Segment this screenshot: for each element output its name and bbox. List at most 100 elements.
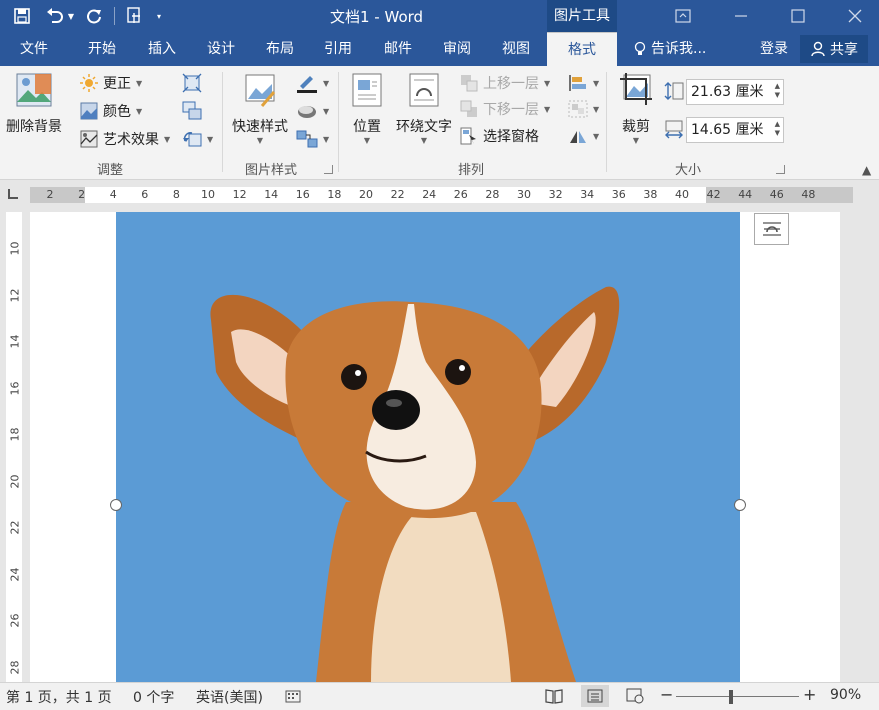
- corgi-picture[interactable]: [116, 212, 740, 682]
- rotate-button[interactable]: ▼: [568, 125, 599, 147]
- chevron-down-icon: ▼: [544, 78, 551, 88]
- selection-pane-button[interactable]: 选择窗格: [460, 125, 539, 147]
- ruler-left-margin: [30, 187, 85, 203]
- chevron-down-icon: ▼: [593, 78, 600, 88]
- crop-icon: [620, 73, 652, 105]
- collapse-ribbon-icon[interactable]: ▲: [862, 163, 871, 177]
- vertical-ruler[interactable]: 10 12 14 16 18 20 22 24 26 28: [6, 212, 22, 682]
- quick-styles-button[interactable]: 快速样式 ▼: [226, 72, 294, 145]
- maximize-icon[interactable]: [775, 0, 821, 32]
- compress-pictures-button[interactable]: [182, 72, 202, 94]
- redo-icon[interactable]: [80, 0, 108, 32]
- reset-picture-button[interactable]: ▼: [182, 128, 213, 150]
- ruler-mark: 20: [8, 474, 22, 488]
- bring-forward-label: 上移一层: [483, 76, 539, 92]
- tell-me-search[interactable]: 告诉我...: [634, 32, 706, 66]
- ribbon-display-options-icon[interactable]: [660, 0, 706, 32]
- selection-pane-icon: [460, 127, 476, 145]
- bring-forward-button[interactable]: 上移一层 ▼: [460, 72, 550, 94]
- undo-icon[interactable]: [44, 0, 66, 32]
- send-backward-label: 下移一层: [483, 102, 539, 118]
- ruler-mark: 18: [8, 427, 22, 442]
- sign-in-link[interactable]: 登录: [760, 32, 788, 66]
- ruler-mark: 18: [327, 188, 342, 201]
- position-label: 位置: [353, 119, 381, 135]
- undo-dropdown-icon[interactable]: ▼: [66, 0, 76, 32]
- picture-color-icon: [80, 102, 98, 120]
- macro-recording-icon[interactable]: [285, 688, 301, 708]
- ruler-mark: 16: [295, 188, 310, 201]
- ruler-mark: 42: [706, 188, 721, 201]
- position-icon: [352, 73, 382, 107]
- close-icon[interactable]: [832, 0, 878, 32]
- zoom-level[interactable]: 90%: [830, 687, 861, 703]
- share-label: 共享: [830, 42, 858, 58]
- wrap-text-button[interactable]: 环绕文字 ▼: [392, 72, 456, 145]
- ruler-mark: 34: [580, 188, 595, 201]
- save-icon[interactable]: [8, 0, 36, 32]
- web-layout-icon[interactable]: [626, 688, 644, 708]
- chevron-down-icon: ▼: [323, 78, 330, 88]
- resize-handle-left[interactable]: [110, 499, 122, 511]
- tab-format[interactable]: 格式: [547, 32, 617, 67]
- ruler-mark: 2: [78, 188, 86, 201]
- width-input[interactable]: 14.65 厘米 ▲ ▼: [686, 117, 784, 143]
- height-spinner[interactable]: ▲ ▼: [775, 82, 780, 100]
- tab-file[interactable]: 文件: [6, 32, 62, 66]
- change-picture-icon: [182, 101, 202, 120]
- picture-styles-dialog-launcher[interactable]: [324, 165, 333, 174]
- tab-review[interactable]: 审阅: [431, 32, 483, 66]
- picture-layout-button[interactable]: ▼: [296, 128, 329, 150]
- tab-layout[interactable]: 布局: [254, 32, 306, 66]
- remove-background-label: 删除背景: [6, 119, 62, 135]
- size-dialog-launcher[interactable]: [776, 165, 785, 174]
- customize-qat-icon[interactable]: ▾: [149, 0, 169, 32]
- zoom-out-button[interactable]: −: [660, 685, 673, 704]
- zoom-in-button[interactable]: +: [803, 685, 816, 704]
- height-input[interactable]: 21.63 厘米 ▲ ▼: [686, 79, 784, 105]
- ruler-mark: 48: [801, 188, 816, 201]
- ruler-mark: 44: [738, 188, 753, 201]
- picture-border-button[interactable]: ▼: [296, 72, 329, 94]
- ruler-mark: 26: [453, 188, 468, 201]
- language-indicator[interactable]: 英语(美国): [196, 687, 263, 707]
- minimize-icon[interactable]: [718, 0, 764, 32]
- position-button[interactable]: 位置 ▼: [344, 72, 390, 145]
- height-icon: [664, 80, 684, 102]
- send-backward-button[interactable]: 下移一层 ▼: [460, 98, 550, 120]
- chevron-down-icon: ▼: [544, 104, 551, 114]
- page-count[interactable]: 第 1 页，共 1 页: [6, 687, 112, 707]
- chevron-down-icon: ▼: [207, 134, 214, 144]
- ruler-mark: 12: [8, 288, 22, 302]
- align-button[interactable]: ▼: [568, 72, 599, 94]
- width-spinner[interactable]: ▲ ▼: [775, 120, 780, 138]
- zoom-slider-track[interactable]: [676, 696, 799, 697]
- tab-home[interactable]: 开始: [76, 32, 128, 66]
- tab-view[interactable]: 视图: [490, 32, 542, 66]
- layout-options-button[interactable]: [754, 213, 789, 245]
- read-mode-icon[interactable]: [545, 688, 563, 708]
- print-layout-icon[interactable]: [581, 685, 609, 707]
- horizontal-ruler[interactable]: 2 2 4 6 8 10 12 14 16 18 20 22 24 26 28 30 32 34 36 38 40 42 4…: [30, 187, 853, 203]
- size-group-label: 大小: [674, 163, 701, 178]
- crop-button[interactable]: 裁剪 ▼: [612, 72, 660, 145]
- tab-references[interactable]: 引用: [312, 32, 364, 66]
- word-count[interactable]: 0 个字: [133, 687, 174, 707]
- resize-handle-right[interactable]: [734, 499, 746, 511]
- artistic-effects-button[interactable]: 艺术效果 ▼: [80, 128, 170, 150]
- share-button[interactable]: 共享: [800, 35, 868, 63]
- change-picture-button[interactable]: [182, 100, 202, 122]
- remove-background-button[interactable]: 删除背景: [2, 72, 66, 136]
- touch-mode-icon[interactable]: [121, 0, 149, 32]
- color-button[interactable]: 颜色 ▼: [80, 100, 142, 122]
- group-objects-button[interactable]: ▼: [568, 98, 599, 120]
- tab-mailings[interactable]: 邮件: [372, 32, 424, 66]
- picture-styles-group-label: 图片样式: [244, 163, 297, 178]
- tab-selector-icon[interactable]: [8, 189, 18, 199]
- tab-insert[interactable]: 插入: [136, 32, 188, 66]
- tab-design[interactable]: 设计: [195, 32, 247, 66]
- picture-effects-button[interactable]: ▼: [296, 100, 329, 122]
- chevron-down-icon: ▼: [256, 136, 264, 145]
- zoom-slider-thumb[interactable]: [729, 690, 733, 704]
- corrections-button[interactable]: 更正 ▼: [80, 72, 142, 94]
